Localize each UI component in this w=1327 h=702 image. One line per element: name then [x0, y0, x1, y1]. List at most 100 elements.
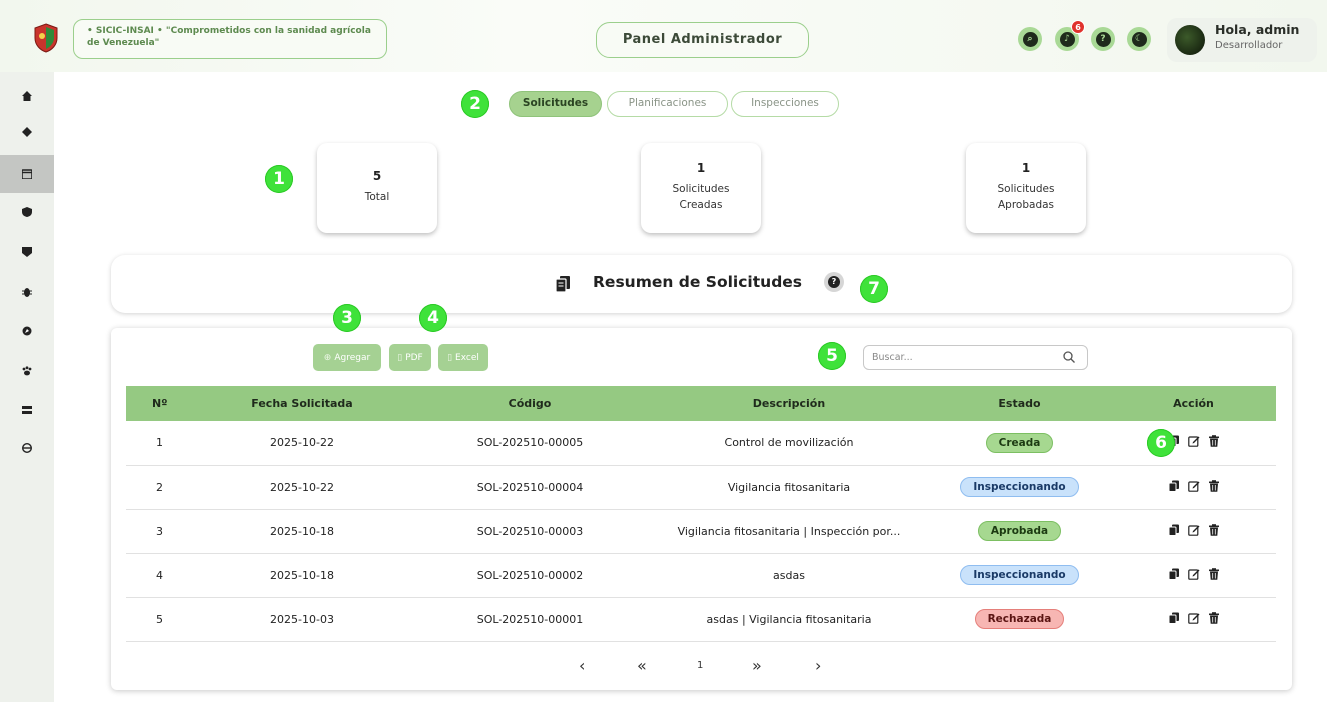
next-page-button[interactable]: › — [815, 656, 821, 676]
excel-button-label: Excel — [455, 352, 479, 363]
search-icon[interactable]: ⌕ — [1018, 27, 1042, 51]
copy-icon[interactable] — [1168, 480, 1180, 492]
user-role: Desarrollador — [1215, 40, 1283, 51]
row-actions — [1168, 567, 1220, 580]
stat-label: Solicitudes Creadas — [672, 183, 730, 211]
edit-icon[interactable] — [1187, 524, 1200, 536]
clipboard-icon — [22, 247, 32, 257]
page-number-button[interactable]: 1 — [697, 656, 703, 676]
excel-file-icon: ▯ — [447, 352, 453, 363]
sidebar-item-user[interactable] — [0, 430, 54, 466]
cell-accion — [1111, 421, 1276, 465]
slogan-banner: • SICIC-INSAI • "Comprometidos con la sa… — [73, 19, 387, 59]
cell-accion — [1111, 509, 1276, 553]
cell-n: 4 — [156, 568, 163, 582]
panel-administrador-button[interactable]: Panel Administrador — [596, 22, 809, 58]
cell-estado: Inspeccionando — [928, 465, 1111, 509]
cell-fecha: 2025-10-22 — [270, 480, 334, 494]
cell-descripcion: asdas — [773, 568, 805, 582]
stat-label: Solicitudes Aprobadas — [997, 183, 1055, 211]
prev-page-button[interactable]: ‹ — [579, 656, 585, 676]
notification-badge: 6 — [1071, 20, 1085, 34]
cell-codigo: SOL-202510-00005 — [476, 436, 584, 450]
user-greeting: Hola, admin — [1215, 22, 1300, 37]
cell-descripcion: asdas | Vigilancia fitosanitaria — [706, 612, 872, 626]
cell-n: 3 — [156, 524, 163, 538]
cell-fecha: 2025-10-18 — [270, 524, 334, 538]
user-circle-icon — [22, 443, 32, 453]
stat-value: 1 — [696, 161, 706, 175]
pdf-button[interactable]: ▯ PDF — [389, 344, 431, 371]
cell-fecha: 2025-10-18 — [270, 568, 334, 582]
tab-solicitudes[interactable]: Solicitudes — [509, 91, 602, 117]
trash-icon[interactable] — [1208, 479, 1220, 492]
row-actions — [1168, 523, 1220, 536]
copy-icon[interactable] — [1168, 612, 1180, 624]
last-page-button[interactable]: » — [752, 656, 762, 676]
sidebar-item-shield[interactable] — [0, 194, 54, 230]
table-row: 1 2025-10-22 SOL-202510-00005 Control de mo… — [126, 421, 1276, 465]
sidebar-item-bug[interactable] — [0, 274, 54, 310]
column-header-fecha: Fecha Solicitada — [251, 397, 353, 410]
trash-icon[interactable] — [1208, 611, 1220, 624]
column-header-descripcion: Descripción — [752, 397, 826, 410]
stat-card-creadas: 1 Solicitudes Creadas — [641, 143, 761, 233]
callout-3: 3 — [333, 304, 361, 332]
sidebar-item-calendar[interactable] — [0, 155, 54, 193]
sidebar-item-clipboard[interactable] — [0, 234, 54, 270]
requests-table: Nº Fecha Solicitada Código Descripción E… — [126, 386, 1276, 642]
edit-icon[interactable] — [1187, 480, 1200, 492]
trash-icon[interactable] — [1208, 435, 1220, 448]
tab-inspecciones[interactable]: Inspecciones — [731, 91, 839, 117]
sidebar-item-paw[interactable] — [0, 353, 54, 389]
summary-title: Resumen de Solicitudes — [593, 273, 803, 291]
cell-codigo: SOL-202510-00003 — [476, 524, 584, 538]
status-badge: Aprobada — [977, 521, 1062, 541]
row-actions — [1168, 611, 1220, 624]
add-button[interactable]: ⊕ Agregar — [313, 344, 381, 371]
first-page-button[interactable]: « — [637, 656, 647, 676]
copy-icon — [555, 276, 570, 293]
copy-icon[interactable] — [1168, 524, 1180, 536]
edit-icon[interactable] — [1187, 435, 1200, 448]
copy-icon[interactable] — [1168, 568, 1180, 580]
excel-button[interactable]: ▯ Excel — [438, 344, 488, 371]
trash-icon[interactable] — [1208, 523, 1220, 536]
cell-n: 2 — [156, 480, 163, 494]
callout-4: 4 — [419, 304, 447, 332]
sidebar — [0, 72, 54, 702]
column-header-accion: Acción — [1173, 397, 1214, 410]
cell-estado: Aprobada — [928, 509, 1111, 553]
column-header-n: Nº — [152, 397, 168, 410]
help-icon[interactable]: ? — [1091, 27, 1115, 51]
cell-descripcion: Vigilancia fitosanitaria — [727, 480, 851, 494]
pdf-file-icon: ▯ — [397, 352, 403, 363]
sidebar-item-truck[interactable] — [0, 392, 54, 428]
cell-accion — [1111, 597, 1276, 641]
trash-icon[interactable] — [1208, 567, 1220, 580]
moon-icon[interactable]: ☾ — [1127, 27, 1151, 51]
bug-icon — [22, 288, 32, 297]
tab-planificaciones[interactable]: Planificaciones — [607, 91, 728, 117]
table-header-row: Nº Fecha Solicitada Código Descripción E… — [126, 386, 1276, 421]
cell-estado: Creada — [928, 421, 1111, 465]
edit-icon[interactable] — [1187, 612, 1200, 624]
cell-n: 1 — [156, 436, 163, 450]
sidebar-item-compass[interactable] — [0, 313, 54, 349]
edit-icon[interactable] — [1187, 568, 1200, 580]
stat-card-aprobadas: 1 Solicitudes Aprobadas — [966, 143, 1086, 233]
sidebar-item-leaf[interactable] — [0, 114, 54, 150]
stat-value: 5 — [372, 169, 382, 183]
cell-estado: Inspeccionando — [928, 553, 1111, 597]
calendar-icon — [22, 169, 32, 179]
callout-6: 6 — [1147, 429, 1175, 457]
stat-label: Total — [364, 191, 390, 203]
paw-icon — [22, 366, 32, 376]
summary-help-icon[interactable]: ? — [824, 272, 844, 292]
cell-fecha: 2025-10-22 — [270, 436, 334, 450]
sidebar-item-home[interactable] — [0, 78, 54, 114]
callout-2: 2 — [461, 90, 489, 118]
shield-icon — [22, 207, 32, 217]
avatar — [1175, 25, 1205, 55]
search-input[interactable]: Buscar... — [863, 345, 1088, 370]
